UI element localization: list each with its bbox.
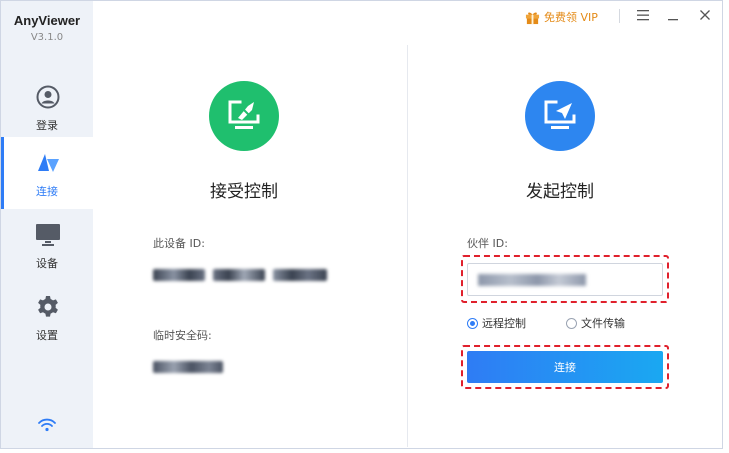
sidebar-item-devices[interactable]: 设备 bbox=[1, 209, 93, 281]
gear-icon bbox=[38, 296, 58, 317]
minimize-icon[interactable] bbox=[663, 5, 683, 25]
vip-button[interactable]: 免费领 VIP bbox=[525, 7, 598, 27]
sidebar-item-label: 登录 bbox=[36, 119, 58, 132]
option-label: 文件传输 bbox=[581, 317, 625, 330]
receive-control-title: 接受控制 bbox=[210, 182, 278, 202]
temp-code-label: 临时安全码: bbox=[153, 329, 212, 342]
sidebar-item-label: 连接 bbox=[36, 185, 58, 198]
gift-icon bbox=[525, 12, 540, 24]
sidebar-item-label: 设置 bbox=[36, 329, 58, 342]
sidebar-item-settings[interactable]: 设置 bbox=[1, 281, 93, 353]
sidebar-item-label: 设备 bbox=[36, 257, 58, 270]
titlebar-divider bbox=[619, 9, 620, 23]
connect-button[interactable]: 连接 bbox=[467, 351, 663, 383]
receive-control-badge bbox=[209, 81, 279, 151]
app-version: V3.1.0 bbox=[30, 32, 64, 43]
option-label: 远程控制 bbox=[482, 317, 526, 330]
connect-icon bbox=[38, 154, 59, 172]
option-file-transfer[interactable]: 文件传输 bbox=[566, 316, 625, 330]
sidebar: AnyViewer V3.1.0 登录 连接 设备 设置 bbox=[1, 1, 93, 448]
partner-id-field[interactable] bbox=[467, 263, 663, 296]
panel-divider bbox=[407, 45, 408, 447]
partner-id-label: 伙伴 ID: bbox=[467, 237, 508, 250]
close-icon[interactable] bbox=[695, 5, 715, 25]
screen-send-icon bbox=[544, 100, 576, 129]
initiate-control-title: 发起控制 bbox=[526, 182, 594, 202]
screen-receive-icon bbox=[228, 100, 260, 129]
wifi-icon[interactable] bbox=[37, 417, 57, 433]
app-name: AnyViewer bbox=[13, 13, 81, 28]
menu-icon[interactable] bbox=[633, 5, 653, 25]
sidebar-item-connect[interactable]: 连接 bbox=[1, 137, 93, 209]
temp-code-value-redacted bbox=[153, 361, 223, 373]
device-id-label: 此设备 ID: bbox=[153, 237, 205, 250]
radio-checked-icon bbox=[467, 317, 478, 329]
app-window: AnyViewer V3.1.0 登录 连接 设备 设置 免费领 VIP 接受控… bbox=[0, 0, 723, 449]
vip-label: 免费领 VIP bbox=[544, 11, 598, 24]
user-icon bbox=[36, 85, 60, 109]
radio-unchecked-icon bbox=[566, 317, 577, 329]
sidebar-item-login[interactable]: 登录 bbox=[1, 71, 93, 143]
monitor-icon bbox=[36, 224, 60, 246]
brand: AnyViewer V3.1.0 bbox=[1, 13, 93, 43]
option-remote-control[interactable]: 远程控制 bbox=[467, 316, 526, 330]
partner-id-input[interactable] bbox=[468, 264, 662, 295]
initiate-control-badge bbox=[525, 81, 595, 151]
